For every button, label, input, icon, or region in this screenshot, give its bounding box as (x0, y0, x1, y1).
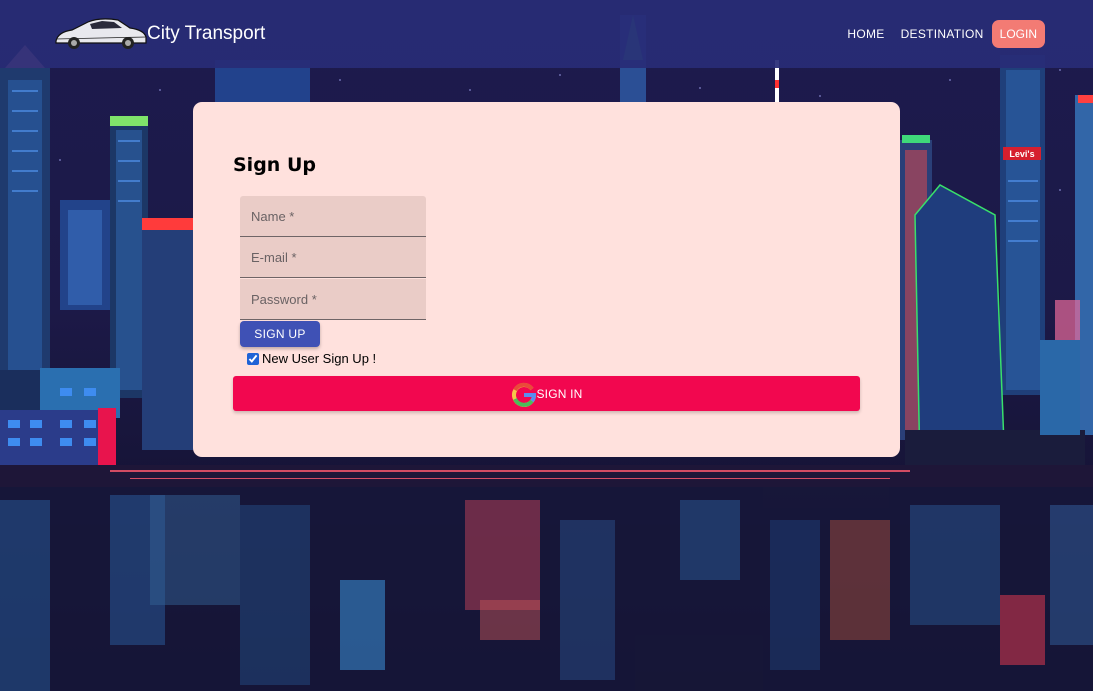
new-user-label: New User Sign Up ! (262, 351, 377, 366)
billboard-text: Levi's (1009, 149, 1034, 159)
car-logo-icon (55, 18, 147, 49)
login-button[interactable]: LOGIN (991, 20, 1045, 48)
signup-card: Sign Up SIGN UP New User Sign Up ! SIGN … (193, 102, 900, 457)
brand[interactable]: City Transport (52, 8, 265, 58)
google-sign-in-button[interactable]: SIGN IN (233, 376, 860, 411)
brand-name: City Transport (147, 23, 266, 44)
nav-link-home[interactable]: HOME (847, 27, 884, 41)
nav-link-destination[interactable]: DESTINATION (901, 27, 984, 41)
google-sign-in-label: SIGN IN (536, 386, 583, 401)
signup-button[interactable]: SIGN UP (240, 321, 320, 347)
nav-links: HOME DESTINATION LOGIN (831, 20, 1045, 48)
form-title: Sign Up (233, 154, 316, 176)
name-input[interactable] (240, 196, 426, 237)
new-user-checkbox[interactable] (247, 352, 259, 365)
google-icon (512, 382, 537, 407)
password-input[interactable] (240, 279, 426, 320)
email-input[interactable] (240, 237, 426, 278)
top-navbar: City Transport HOME DESTINATION LOGIN (0, 0, 1093, 68)
new-user-checkbox-row[interactable]: New User Sign Up ! (247, 351, 376, 366)
